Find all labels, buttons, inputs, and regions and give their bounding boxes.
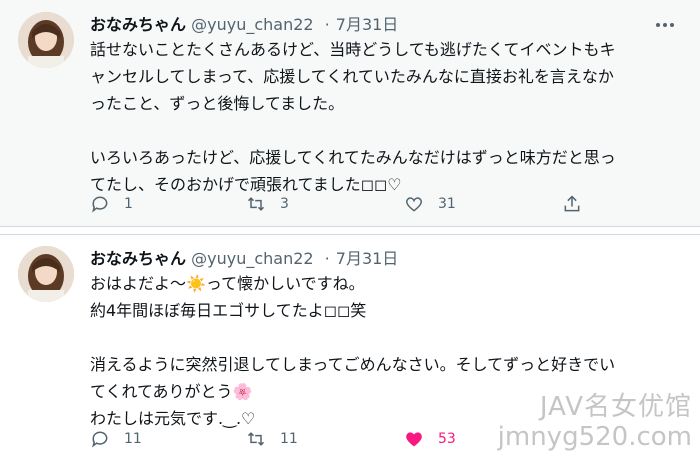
tweet-line: 消えるように突然引退してしまってごめんなさい。そしてずっと好きでい bbox=[90, 355, 616, 374]
tweet-date[interactable]: 7月31日 bbox=[336, 249, 399, 268]
retweet-count: 3 bbox=[280, 196, 289, 212]
tweet-line: おはよだよ〜☀️って懐かしいですね。 bbox=[90, 274, 365, 293]
like-count: 31 bbox=[438, 196, 456, 212]
display-name[interactable]: おなみちゃん bbox=[90, 15, 186, 34]
retweet-arrows-icon bbox=[247, 197, 265, 211]
reply-count: 11 bbox=[124, 431, 142, 447]
watermark-url: jmnyg520.com bbox=[497, 422, 692, 452]
more-dots-icon[interactable] bbox=[656, 12, 678, 28]
share-button[interactable] bbox=[562, 193, 582, 215]
speech-bubble-icon bbox=[92, 196, 108, 213]
watermark-title: JAV名女优馆 bbox=[539, 392, 692, 422]
tweet-text: 話せないことたくさんあるけど、当時どうしても逃げたくてイベントもキ ャンセルして… bbox=[90, 36, 680, 198]
reply-count: 1 bbox=[124, 196, 133, 212]
tweet-line: 約4年間ほぼ毎日エゴサしてたよ◻︎◻︎笑 bbox=[90, 301, 367, 320]
retweet-button[interactable]: 11 bbox=[246, 428, 298, 450]
separator-dot: · bbox=[324, 15, 330, 34]
tweet[interactable]: おなみちゃん @yuyu_chan22 · 7月31日 話せないことたくさんあるけ… bbox=[0, 0, 700, 227]
user-handle[interactable]: @yuyu_chan22 bbox=[191, 15, 313, 34]
tweet-line: いろいろあったけど、応援してくれてたみんなだけはずっと味方だと思っ bbox=[90, 148, 616, 167]
heart-icon bbox=[405, 197, 423, 212]
like-count: 53 bbox=[438, 431, 456, 447]
speech-bubble-icon bbox=[92, 431, 108, 448]
display-name[interactable]: おなみちゃん bbox=[90, 249, 186, 268]
heart-icon bbox=[406, 432, 422, 447]
retweet-arrows-icon bbox=[247, 432, 265, 446]
action-bar: 1 3 31 bbox=[90, 193, 590, 215]
tweet-line: ャンセルしてしまって、応援してくれていたみんなに直接お礼を言えなか bbox=[90, 67, 614, 86]
divider bbox=[0, 227, 700, 234]
tweet-header: おなみちゃん @yuyu_chan22 · 7月31日 bbox=[90, 245, 399, 268]
like-button[interactable]: 31 bbox=[404, 193, 456, 215]
retweet-button[interactable]: 3 bbox=[246, 193, 289, 215]
tweet-header: おなみちゃん @yuyu_chan22 · 7月31日 bbox=[90, 11, 399, 34]
tweet-line: 話せないことたくさんあるけど、当時どうしても逃げたくてイベントもキ bbox=[90, 40, 616, 59]
share-upload-icon bbox=[564, 195, 580, 212]
watermark: JAV名女优馆 jmnyg520.com bbox=[492, 392, 692, 452]
retweet-count: 11 bbox=[280, 431, 298, 447]
separator-dot: · bbox=[324, 249, 330, 268]
user-handle[interactable]: @yuyu_chan22 bbox=[191, 249, 313, 268]
reply-button[interactable]: 11 bbox=[90, 428, 142, 450]
tweet-line: ったこと、ずっと後悔してました。 bbox=[90, 94, 345, 113]
avatar[interactable] bbox=[18, 12, 74, 68]
like-button[interactable]: 53 bbox=[404, 428, 456, 450]
tweet-date[interactable]: 7月31日 bbox=[336, 15, 399, 34]
reply-button[interactable]: 1 bbox=[90, 193, 133, 215]
avatar[interactable] bbox=[18, 246, 74, 302]
